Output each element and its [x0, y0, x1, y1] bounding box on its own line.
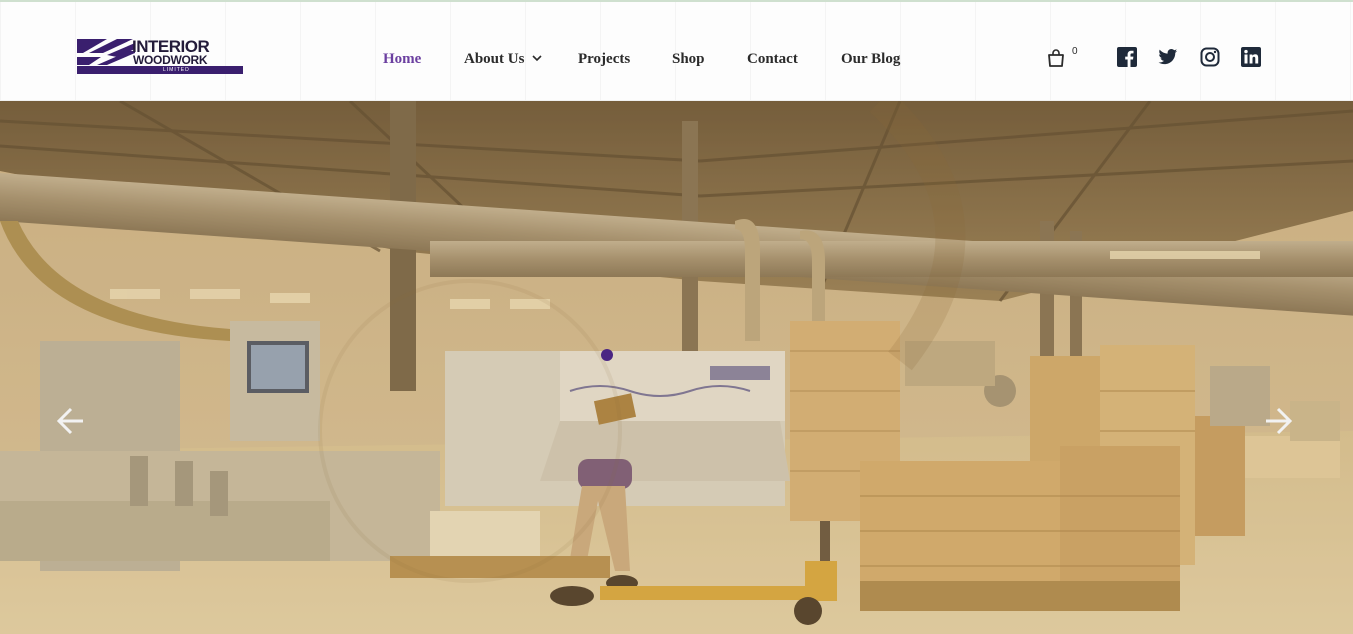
hero-factory-image	[0, 101, 1353, 634]
nav-our-blog-label: Our Blog	[841, 51, 901, 67]
slide-dot[interactable]	[601, 349, 613, 361]
nav-home-label: Home	[383, 51, 422, 67]
nav-about-us[interactable]: About Us	[464, 49, 543, 69]
linkedin-link[interactable]	[1241, 47, 1261, 67]
nav-about-us-label: About Us	[464, 51, 525, 67]
logo[interactable]: INTERIOR WOODWORK LIMITED	[77, 38, 245, 75]
instagram-icon	[1200, 47, 1220, 67]
nav-shop[interactable]: Shop	[672, 49, 705, 69]
arrow-left-icon	[56, 407, 83, 435]
cart-count-badge: 0	[1072, 46, 1078, 57]
slider-prev-button[interactable]	[51, 403, 87, 439]
logo-bar	[77, 66, 243, 74]
nav-contact[interactable]: Contact	[747, 49, 798, 69]
logo-text-limited: LIMITED	[163, 67, 190, 73]
slider-next-button[interactable]	[1262, 403, 1298, 439]
chevron-down-icon	[532, 55, 543, 62]
site-header: INTERIOR WOODWORK LIMITED Home About Us …	[0, 2, 1353, 101]
nav-home[interactable]: Home	[383, 49, 421, 69]
cart-button[interactable]	[1046, 48, 1066, 68]
facebook-link[interactable]	[1117, 47, 1137, 67]
nav-projects[interactable]: Projects	[578, 49, 630, 69]
facebook-icon	[1117, 47, 1137, 67]
instagram-link[interactable]	[1200, 47, 1220, 67]
nav-shop-label: Shop	[672, 51, 705, 67]
nav-projects-label: Projects	[578, 51, 631, 67]
logo-text-woodwork: WOODWORK	[133, 53, 208, 67]
hero-slider	[0, 101, 1353, 634]
nav-contact-label: Contact	[747, 51, 798, 67]
nav-our-blog[interactable]: Our Blog	[841, 49, 900, 69]
linkedin-icon	[1241, 47, 1261, 67]
twitter-icon	[1158, 49, 1178, 65]
arrow-right-icon	[1266, 407, 1293, 435]
shopping-bag-icon	[1048, 49, 1064, 67]
twitter-link[interactable]	[1158, 47, 1178, 67]
